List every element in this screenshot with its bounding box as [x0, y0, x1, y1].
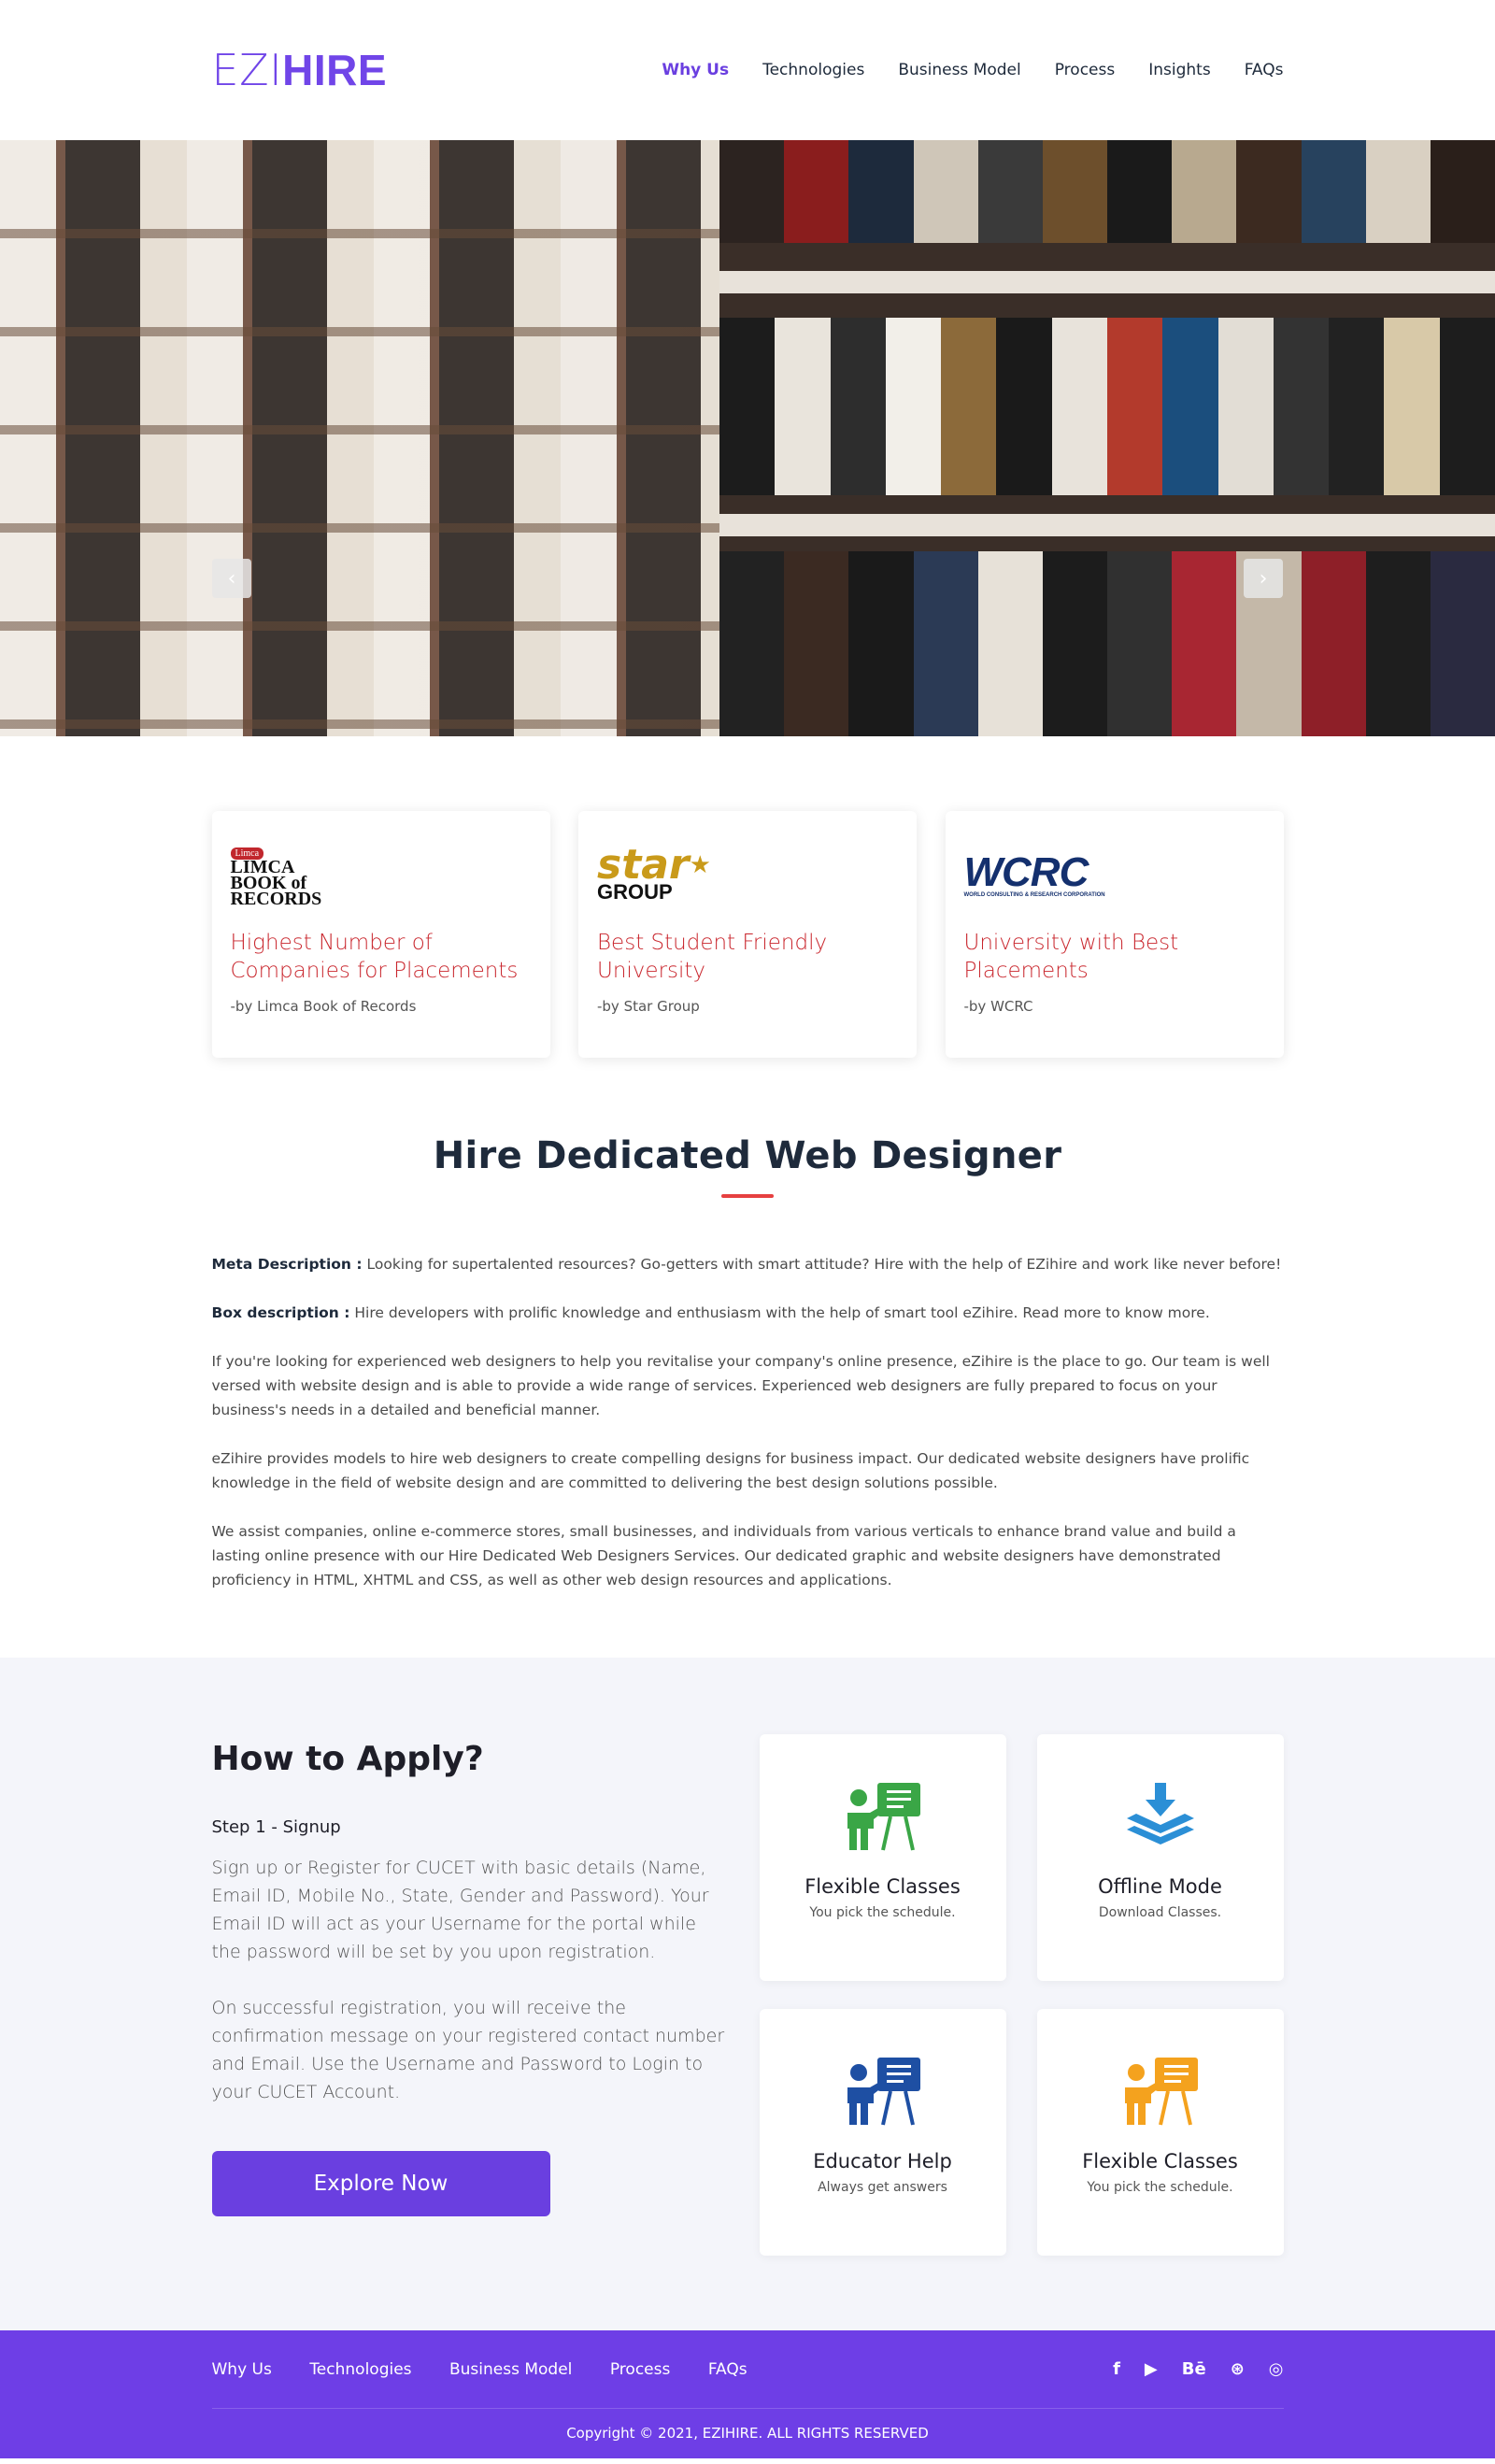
hero-carousel: ‹ › — [0, 140, 1495, 736]
feature-title: Flexible Classes — [1082, 2150, 1238, 2172]
award-card: Limca LIMCA BOOK of RECORDS Highest Numb… — [211, 811, 550, 1058]
feature-card: Offline Mode Download Classes. — [1036, 1734, 1284, 1981]
copyright-text: Copyright © 2021, EZIHIRE. ALL RIGHTS RE… — [566, 2425, 929, 2442]
main-nav: Why Us Technologies Business Model Proce… — [628, 61, 1283, 79]
carousel-next-button[interactable]: › — [1244, 559, 1283, 598]
award-card: star★ GROUP Best Student Friendly Univer… — [578, 811, 917, 1058]
apply-paragraph: On successful registration, you will rec… — [211, 1998, 725, 2102]
apply-title: How to Apply? — [211, 1740, 484, 1778]
teacher-board-icon — [847, 2058, 920, 2126]
footer-link-faqs[interactable]: FAQs — [708, 2360, 748, 2379]
content-paragraph: eZihire provides models to hire web desi… — [211, 1450, 1250, 1491]
feature-card: Educator Help Always get answers — [759, 2009, 1006, 2256]
wcrc-logo: WCRC WORLD CONSULTING & RESEARCH CORPORA… — [963, 849, 1105, 899]
box-description: Box description : Hire developers with p… — [211, 1304, 1210, 1321]
download-layers-icon — [1126, 1783, 1194, 1844]
nav-link-process[interactable]: Process — [1055, 61, 1116, 79]
title-underline — [721, 1194, 774, 1198]
content-paragraph: We assist companies, online e-commerce s… — [211, 1523, 1236, 1588]
dribbble-icon[interactable]: ⊛ — [1231, 2359, 1245, 2379]
star-icon: ★ — [689, 851, 711, 879]
site-header: EZIHIRE Why Us Technologies Business Mod… — [0, 0, 1495, 140]
youtube-icon[interactable]: ▶ — [1145, 2359, 1158, 2379]
award-source: -by Star Group — [597, 998, 700, 1015]
content-section: Hire Dedicated Web Designer Meta Descrip… — [0, 1058, 1495, 1658]
hero-image-bookshelves-right — [719, 140, 1495, 736]
footer-nav: Why Us Technologies Business Model Proce… — [212, 2360, 781, 2379]
nav-link-technologies[interactable]: Technologies — [762, 61, 864, 79]
apply-info: How to Apply? Step 1 - Signup Sign up or… — [211, 1734, 731, 2256]
award-source: -by Limca Book of Records — [230, 998, 417, 1015]
award-source: -by WCRC — [963, 998, 1033, 1015]
award-title: Best Student Friendly University — [597, 931, 828, 983]
feature-title: Offline Mode — [1098, 1875, 1222, 1898]
carousel-prev-button[interactable]: ‹ — [212, 559, 251, 598]
feature-card: Flexible Classes You pick the schedule. — [1036, 2009, 1284, 2256]
award-title: Highest Number of Companies for Placemen… — [230, 931, 519, 983]
teacher-board-icon — [1124, 2058, 1198, 2126]
how-to-apply-section: How to Apply? Step 1 - Signup Sign up or… — [0, 1658, 1495, 2330]
footer-link-why-us[interactable]: Why Us — [212, 2360, 272, 2379]
facebook-icon[interactable]: f — [1113, 2359, 1120, 2379]
instagram-icon[interactable]: ◎ — [1269, 2359, 1284, 2379]
feature-title: Educator Help — [813, 2150, 952, 2172]
chevron-left-icon: ‹ — [227, 566, 236, 591]
nav-link-faqs[interactable]: FAQs — [1245, 61, 1284, 79]
site-logo[interactable]: EZIHIRE — [212, 49, 388, 92]
logo-bold-text: HIRE — [282, 46, 388, 94]
apply-paragraph: Sign up or Register for CUCET with basic… — [211, 1858, 709, 1962]
footer-link-business-model[interactable]: Business Model — [449, 2360, 572, 2379]
feature-title: Flexible Classes — [804, 1875, 961, 1898]
feature-subtitle: Always get answers — [818, 2180, 947, 2195]
chevron-right-icon: › — [1259, 566, 1268, 591]
feature-grid: Flexible Classes You pick the schedule. … — [759, 1734, 1284, 2256]
apply-text: Sign up or Register for CUCET with basic… — [212, 1854, 731, 2106]
feature-card: Flexible Classes You pick the schedule. — [759, 1734, 1006, 1981]
site-footer: Why Us Technologies Business Model Proce… — [0, 2330, 1495, 2458]
nav-link-business-model[interactable]: Business Model — [898, 61, 1020, 79]
nav-link-why-us[interactable]: Why Us — [662, 61, 729, 79]
award-card: WCRC WORLD CONSULTING & RESEARCH CORPORA… — [945, 811, 1284, 1058]
feature-subtitle: Download Classes. — [1098, 1905, 1222, 1920]
award-title: University with Best Placements — [963, 931, 1179, 983]
social-links: f ▶ Bē ⊛ ◎ — [1113, 2359, 1283, 2379]
nav-link-insights[interactable]: Insights — [1148, 61, 1210, 79]
behance-icon[interactable]: Bē — [1182, 2359, 1206, 2379]
footer-link-technologies[interactable]: Technologies — [309, 2360, 411, 2379]
star-group-logo: star★ GROUP — [597, 841, 711, 904]
content-text: Meta Description : Looking for supertale… — [212, 1252, 1284, 1592]
teacher-board-icon — [847, 1783, 920, 1851]
footer-link-process[interactable]: Process — [610, 2360, 671, 2379]
step-title: Step 1 - Signup — [211, 1817, 341, 1837]
logo-light-text: EZI — [211, 45, 283, 95]
section-title: Hire Dedicated Web Designer — [433, 1134, 1062, 1177]
limca-book-of-records-logo: Limca LIMCA BOOK of RECORDS — [230, 847, 322, 909]
explore-now-button[interactable]: Explore Now — [211, 2151, 550, 2216]
awards-section: Limca LIMCA BOOK of RECORDS Highest Numb… — [0, 736, 1495, 1058]
feature-subtitle: You pick the schedule. — [1087, 2180, 1233, 2195]
hero-image-bookshelves-left — [0, 140, 719, 736]
content-paragraph: If you're looking for experienced web de… — [211, 1353, 1270, 1418]
meta-description: Meta Description : Looking for supertale… — [211, 1256, 1282, 1273]
feature-subtitle: You pick the schedule. — [809, 1905, 956, 1920]
